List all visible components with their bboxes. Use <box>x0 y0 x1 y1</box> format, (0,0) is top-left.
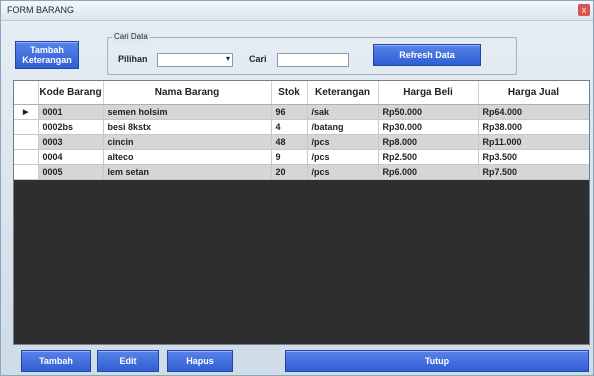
table-row[interactable]: 0004 alteco 9 /pcs Rp2.500 Rp3.500 <box>14 149 589 165</box>
column-header-kode[interactable]: Kode Barang <box>38 81 104 105</box>
row-header-corner <box>14 81 39 105</box>
cell-nama[interactable]: lem setan <box>103 164 272 180</box>
title-bar: FORM BARANG x <box>1 1 593 21</box>
cell-kode[interactable]: 0004 <box>38 149 104 165</box>
refresh-data-label: Refresh Data <box>399 50 455 60</box>
cell-harga-beli[interactable]: Rp8.000 <box>378 134 479 150</box>
edit-button[interactable]: Edit <box>97 350 159 372</box>
form-barang-window: FORM BARANG x Tambah Keterangan Cari Dat… <box>0 0 594 376</box>
column-header-harga-beli[interactable]: Harga Beli <box>378 81 479 105</box>
tutup-button[interactable]: Tutup <box>285 350 589 372</box>
column-header-keterangan[interactable]: Keterangan <box>307 81 379 105</box>
refresh-data-button[interactable]: Refresh Data <box>373 44 481 66</box>
tutup-label: Tutup <box>424 356 450 366</box>
cell-harga-beli[interactable]: Rp2.500 <box>378 149 479 165</box>
cell-nama[interactable]: cincin <box>103 134 272 150</box>
cell-kode[interactable]: 0005 <box>38 164 104 180</box>
cell-keterangan[interactable]: /pcs <box>307 134 379 150</box>
cell-harga-jual[interactable]: Rp3.500 <box>478 149 589 165</box>
tambah-keterangan-line2: Keterangan <box>22 55 72 65</box>
cell-keterangan[interactable]: /pcs <box>307 164 379 180</box>
cell-nama[interactable]: besi 8kstx <box>103 119 272 135</box>
search-group-label: Cari Data <box>112 32 150 41</box>
row-header-cell[interactable] <box>14 134 39 150</box>
cell-nama[interactable]: semen holsim <box>103 104 272 120</box>
tambah-label: Tambah <box>39 356 73 366</box>
cell-keterangan[interactable]: /pcs <box>307 149 379 165</box>
table-row[interactable]: 0003 cincin 48 /pcs Rp8.000 Rp11.000 <box>14 134 589 150</box>
current-row-indicator-icon: ▶ <box>14 104 39 120</box>
cari-input[interactable] <box>277 53 349 67</box>
cari-label: Cari <box>249 54 267 64</box>
cell-stok[interactable]: 96 <box>271 104 308 120</box>
tambah-button[interactable]: Tambah <box>21 350 91 372</box>
hapus-button[interactable]: Hapus <box>167 350 233 372</box>
cell-nama[interactable]: alteco <box>103 149 272 165</box>
cell-keterangan[interactable]: /batang <box>307 119 379 135</box>
cell-stok[interactable]: 9 <box>271 149 308 165</box>
row-header-cell[interactable] <box>14 119 39 135</box>
cell-kode[interactable]: 0003 <box>38 134 104 150</box>
cell-harga-jual[interactable]: Rp64.000 <box>478 104 589 120</box>
close-icon[interactable]: x <box>578 4 590 16</box>
table-header-row: Kode Barang Nama Barang Stok Keterangan … <box>14 81 589 105</box>
table-row[interactable]: 0005 lem setan 20 /pcs Rp6.000 Rp7.500 <box>14 164 589 180</box>
chevron-down-icon: ▾ <box>225 54 230 63</box>
column-header-nama[interactable]: Nama Barang <box>103 81 272 105</box>
column-header-stok[interactable]: Stok <box>271 81 308 105</box>
cell-harga-jual[interactable]: Rp38.000 <box>478 119 589 135</box>
search-group: Cari Data Pilihan ▾ Cari Refresh Data <box>107 32 517 75</box>
table-row[interactable]: ▶ 0001 semen holsim 96 /sak Rp50.000 Rp6… <box>14 104 589 120</box>
edit-label: Edit <box>119 356 137 366</box>
pilihan-label: Pilihan <box>118 54 148 64</box>
cell-harga-jual[interactable]: Rp7.500 <box>478 164 589 180</box>
barang-table: Kode Barang Nama Barang Stok Keterangan … <box>14 81 589 180</box>
tambah-keterangan-button[interactable]: Tambah Keterangan <box>15 41 79 69</box>
cell-kode[interactable]: 0002bs <box>38 119 104 135</box>
cell-stok[interactable]: 20 <box>271 164 308 180</box>
cell-harga-beli[interactable]: Rp30.000 <box>378 119 479 135</box>
cell-stok[interactable]: 48 <box>271 134 308 150</box>
cell-harga-beli[interactable]: Rp6.000 <box>378 164 479 180</box>
pilihan-select[interactable]: ▾ <box>157 53 233 67</box>
hapus-label: Hapus <box>186 356 214 366</box>
cell-harga-beli[interactable]: Rp50.000 <box>378 104 479 120</box>
barang-data-grid[interactable]: Kode Barang Nama Barang Stok Keterangan … <box>13 80 590 345</box>
column-header-harga-jual[interactable]: Harga Jual <box>478 81 589 105</box>
row-header-cell[interactable] <box>14 164 39 180</box>
row-header-cell[interactable] <box>14 149 39 165</box>
cell-stok[interactable]: 4 <box>271 119 308 135</box>
cell-kode[interactable]: 0001 <box>38 104 104 120</box>
tambah-keterangan-line1: Tambah <box>30 45 64 55</box>
cell-harga-jual[interactable]: Rp11.000 <box>478 134 589 150</box>
table-row[interactable]: 0002bs besi 8kstx 4 /batang Rp30.000 Rp3… <box>14 119 589 135</box>
cell-keterangan[interactable]: /sak <box>307 104 379 120</box>
window-title: FORM BARANG <box>7 5 75 15</box>
